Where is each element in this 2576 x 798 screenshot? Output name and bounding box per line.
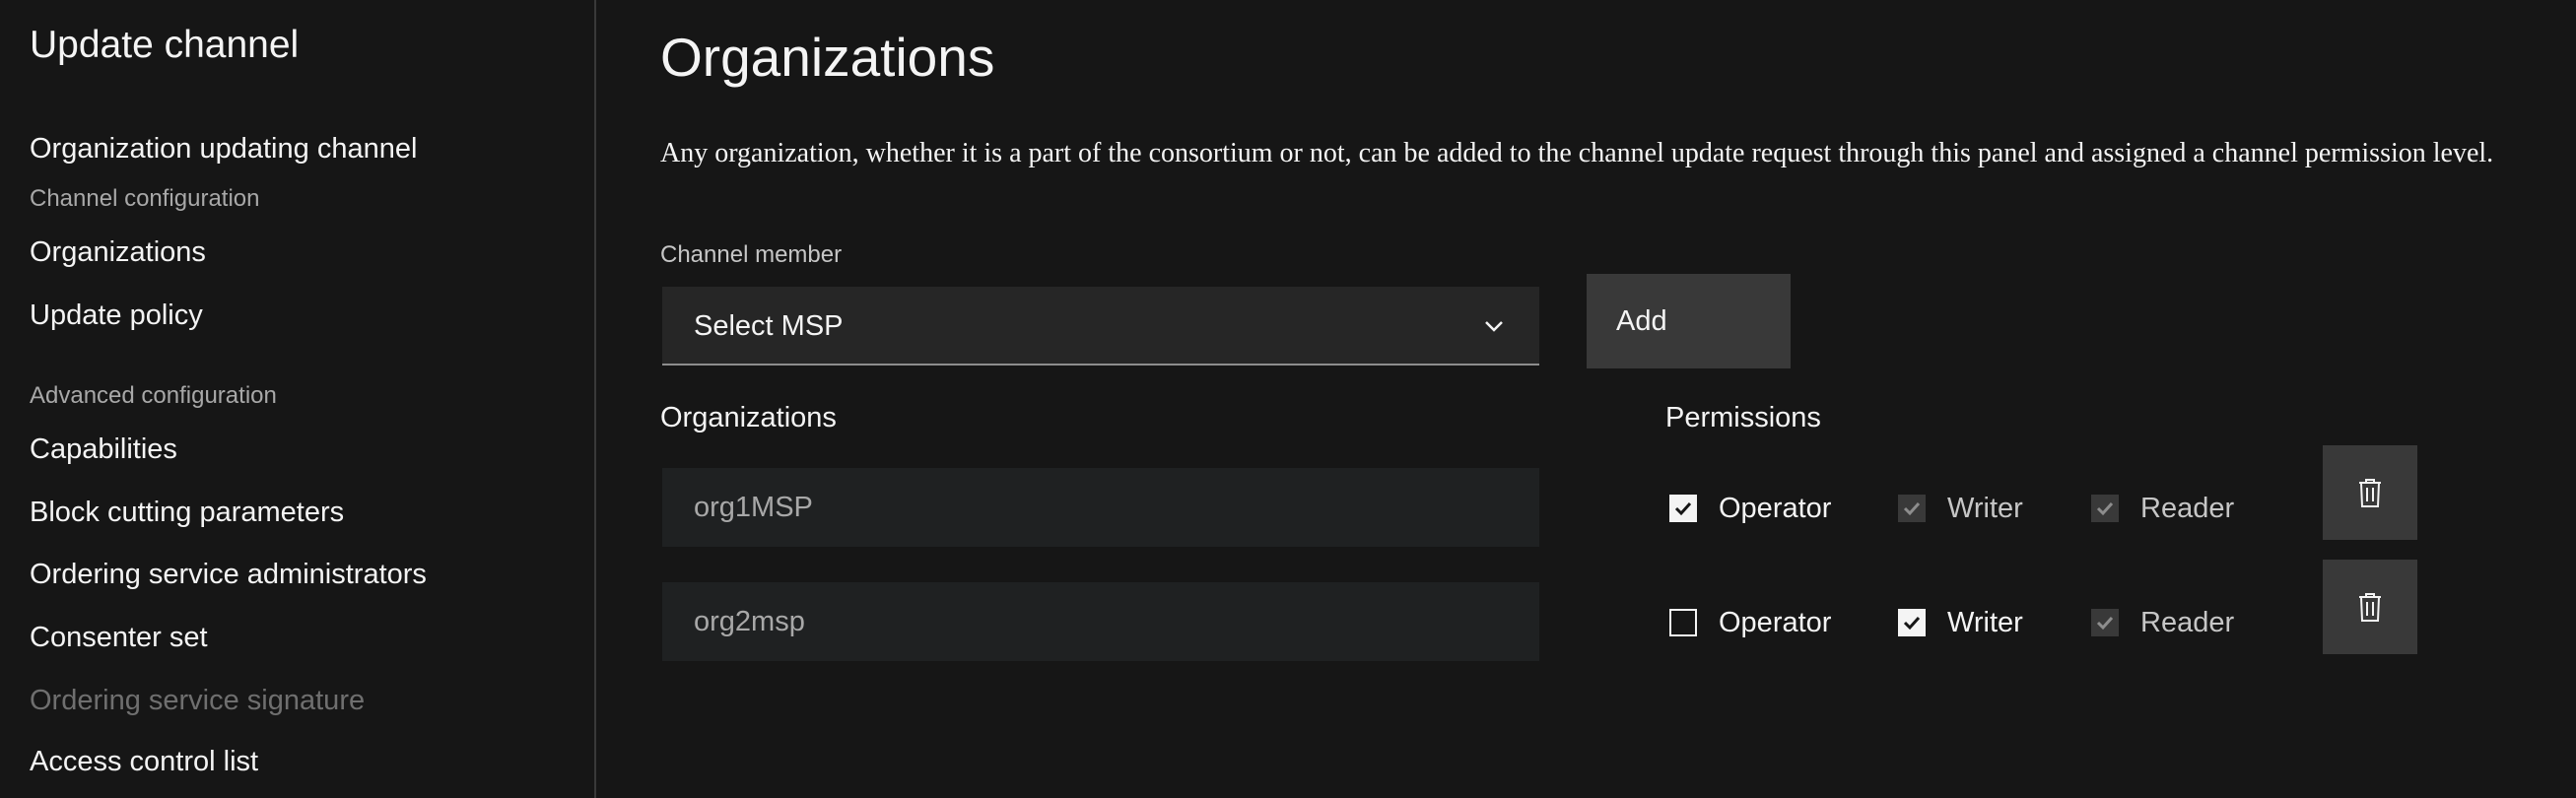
sidebar-item-update-policy[interactable]: Update policy [30, 299, 203, 332]
page-description: Any organization, whether it is a part o… [660, 138, 2494, 168]
permission-label: Writer [1947, 493, 2023, 524]
sidebar: Update channel Organization updating cha… [0, 0, 596, 798]
channel-member-label: Channel member [660, 241, 843, 268]
checkmark-icon [1903, 616, 1921, 631]
org-field: org2msp [662, 582, 1539, 661]
select-value: Select MSP [694, 310, 844, 342]
checkmark-icon [1674, 501, 1692, 516]
main-panel: Organizations Any organization, whether … [596, 0, 2576, 798]
sidebar-item-organization-updating-channel[interactable]: Organization updating channel [30, 133, 417, 166]
sidebar-item-block-cutting-parameters[interactable]: Block cutting parameters [30, 497, 344, 529]
sidebar-item-organizations[interactable]: Organizations [30, 236, 206, 269]
checkmark-icon [1903, 501, 1921, 516]
org-name: org1MSP [694, 492, 813, 523]
trash-icon [2359, 593, 2381, 622]
org-field: org1MSP [662, 468, 1539, 547]
trash-icon [2359, 479, 2381, 507]
checkmark-icon [2096, 501, 2114, 516]
sidebar-item-capabilities[interactable]: Capabilities [30, 433, 177, 466]
delete-button[interactable] [2323, 560, 2417, 654]
sidebar-section-advanced-configuration: Advanced configuration [30, 382, 277, 409]
sidebar-section-channel-configuration: Channel configuration [30, 185, 260, 212]
sidebar-item-ordering-service-signature: Ordering service signature [30, 685, 366, 716]
channel-member-select[interactable]: Select MSP [662, 287, 1539, 366]
permissions-column-label: Permissions [1665, 402, 1821, 433]
permission-label: Reader [2140, 493, 2235, 524]
checkbox[interactable] [1669, 495, 1697, 522]
checkbox[interactable] [1669, 609, 1697, 636]
chevron-down-icon [1485, 321, 1503, 332]
add-button[interactable]: Add [1587, 274, 1791, 368]
sidebar-item-ordering-service-administrators[interactable]: Ordering service administrators [30, 559, 427, 591]
delete-button[interactable] [2323, 445, 2417, 540]
organizations-column-label: Organizations [660, 402, 837, 433]
permission-label: Reader [2140, 607, 2235, 638]
sidebar-title: Update channel [30, 24, 300, 66]
permission-label: Operator [1719, 607, 1832, 638]
checkmark-icon [2096, 616, 2114, 631]
checkbox [2091, 609, 2119, 636]
checkbox [2091, 495, 2119, 522]
sidebar-item-consenter-set[interactable]: Consenter set [30, 622, 208, 654]
checkbox [1898, 495, 1926, 522]
sidebar-item-access-control-list[interactable]: Access control list [30, 746, 258, 778]
checkbox[interactable] [1898, 609, 1926, 636]
permission-label: Operator [1719, 493, 1832, 524]
permission-label: Writer [1947, 607, 2023, 638]
org-name: org2msp [694, 606, 805, 637]
page-title: Organizations [660, 27, 995, 88]
add-button-label: Add [1616, 305, 1667, 337]
